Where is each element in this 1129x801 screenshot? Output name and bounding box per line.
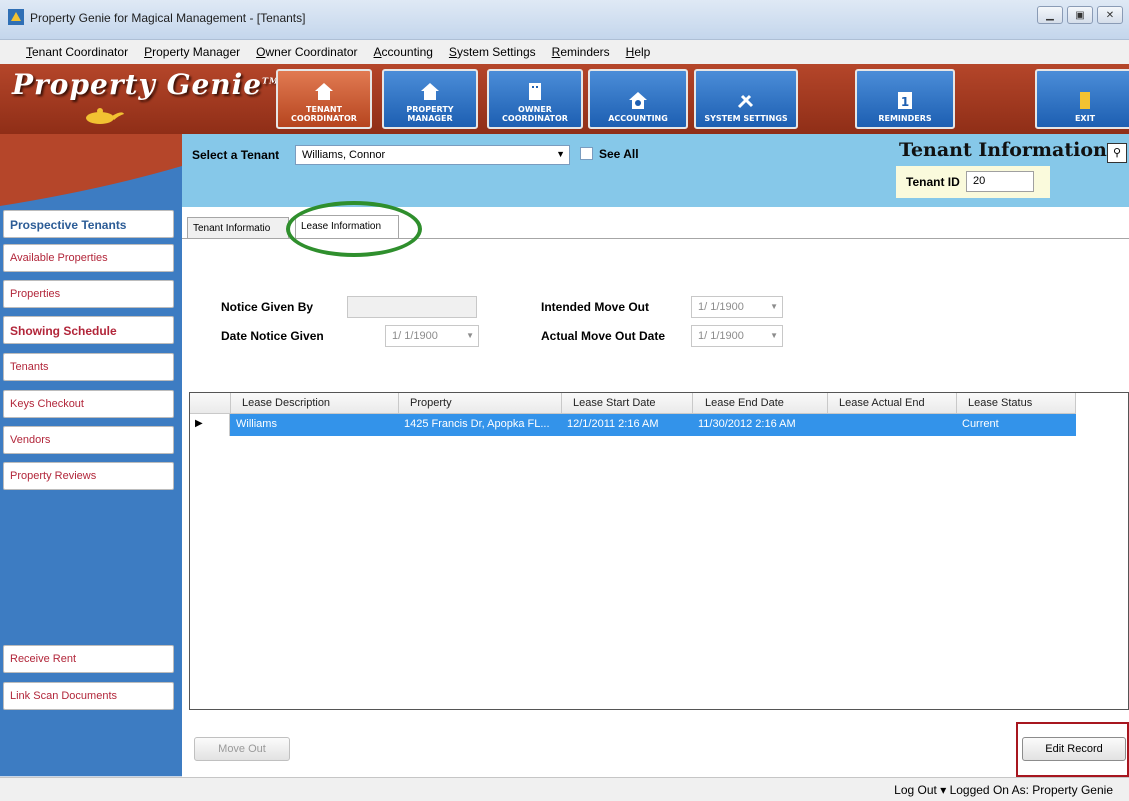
- sidebar-item-available-properties[interactable]: Available Properties: [3, 244, 174, 272]
- sidebar-item-showing-schedule[interactable]: Showing Schedule: [3, 316, 174, 344]
- highlight-box: [1016, 722, 1129, 777]
- chevron-down-icon: ▼: [770, 331, 778, 340]
- app-banner: Property GenieTM TENANT COORDINATOR PROPE…: [0, 64, 1129, 134]
- exit-door-icon: [1080, 92, 1090, 109]
- sidebar-item-property-reviews[interactable]: Property Reviews: [3, 462, 174, 490]
- log-out-link[interactable]: Log Out: [894, 783, 937, 797]
- nav-accounting[interactable]: ACCOUNTING: [588, 69, 688, 129]
- move-out-button[interactable]: Move Out: [194, 737, 290, 761]
- minimize-button[interactable]: ▁: [1037, 6, 1063, 24]
- column-header[interactable]: Property: [410, 397, 452, 409]
- logged-on-label: Logged On As: Property Genie: [949, 783, 1113, 797]
- nav-property-manager[interactable]: PROPERTY MANAGER: [382, 69, 478, 129]
- actual-move-out-label: Actual Move Out Date: [541, 329, 666, 343]
- dropdown-arrow-icon[interactable]: ▾: [940, 783, 949, 797]
- sidebar-decoration: [0, 134, 182, 206]
- menu-accounting[interactable]: Accounting: [374, 45, 433, 59]
- column-header[interactable]: Lease Actual End: [839, 397, 925, 409]
- row-selector[interactable]: ▶: [190, 414, 230, 436]
- left-sidebar: Prospective Tenants Available Properties…: [0, 134, 182, 776]
- search-icon[interactable]: ⚲: [1107, 143, 1127, 163]
- svg-text:1: 1: [901, 95, 909, 109]
- date-notice-given-picker[interactable]: 1/ 1/1900 ▼: [385, 325, 479, 347]
- tools-icon: [737, 94, 754, 109]
- house-icon: [421, 83, 439, 100]
- tab-tenant-information[interactable]: Tenant Informatio: [187, 217, 289, 239]
- genie-lamp-icon: [86, 108, 124, 124]
- tenant-id-field[interactable]: 20: [966, 171, 1034, 192]
- menu-property-manager[interactable]: Property Manager: [144, 45, 240, 59]
- calendar-icon: 1: [898, 92, 912, 109]
- chevron-down-icon: ▼: [770, 302, 778, 311]
- notice-given-by-field[interactable]: [347, 296, 477, 318]
- status-text: Log Out ▾ Logged On As: Property Genie: [894, 783, 1113, 797]
- maximize-button[interactable]: ▣: [1067, 6, 1093, 24]
- nav-system-settings[interactable]: SYSTEM SETTINGS: [694, 69, 798, 129]
- column-header[interactable]: Lease Status: [968, 397, 1032, 409]
- column-header[interactable]: Lease End Date: [705, 397, 784, 409]
- sidebar-item-properties[interactable]: Properties: [3, 280, 174, 308]
- lease-grid[interactable]: Lease Description Property Lease Start D…: [189, 392, 1129, 710]
- grid-header: Lease Description Property Lease Start D…: [190, 393, 1076, 414]
- close-icon: ✕: [1105, 9, 1115, 21]
- row-pointer-icon: ▶: [195, 418, 203, 429]
- tenant-id-label: Tenant ID: [906, 175, 960, 189]
- menu-owner-coordinator[interactable]: Owner Coordinator: [256, 45, 357, 59]
- logo: Property GenieTM: [12, 68, 279, 101]
- sidebar-item-link-scan-documents[interactable]: Link Scan Documents: [3, 682, 174, 710]
- menu-tenant-coordinator[interactable]: Tenant Coordinator: [26, 45, 128, 59]
- actual-move-out-picker[interactable]: 1/ 1/1900 ▼: [691, 325, 783, 347]
- sidebar-item-receive-rent[interactable]: Receive Rent: [3, 645, 174, 673]
- intended-move-out-picker[interactable]: 1/ 1/1900 ▼: [691, 296, 783, 318]
- column-header[interactable]: Lease Start Date: [573, 397, 656, 409]
- window-title: Property Genie for Magical Management - …: [30, 11, 306, 25]
- tenant-id-panel: Tenant ID 20: [896, 166, 1050, 198]
- menu-reminders[interactable]: Reminders: [552, 45, 610, 59]
- maximize-icon: ▣: [1075, 9, 1085, 21]
- window-controls: ▁ ▣ ✕: [1037, 6, 1123, 24]
- see-all-label: See All: [599, 147, 639, 161]
- see-all-checkbox[interactable]: [580, 147, 593, 160]
- sidebar-item-tenants[interactable]: Tenants: [3, 353, 174, 381]
- accounting-house-icon: [629, 92, 647, 109]
- sidebar-item-vendors[interactable]: Vendors: [3, 426, 174, 454]
- building-icon: [529, 83, 541, 100]
- nav-reminders[interactable]: 1 REMINDERS: [855, 69, 955, 129]
- tenant-select[interactable]: Williams, Connor ▼: [295, 145, 570, 165]
- highlight-circle: [286, 201, 422, 257]
- chevron-down-icon: ▼: [466, 331, 474, 340]
- tenant-home-icon: [315, 83, 333, 100]
- status-bar: Log Out ▾ Logged On As: Property Genie: [0, 777, 1129, 801]
- main-content: Tenant Informatio Lease Information Noti…: [182, 201, 1129, 777]
- intended-move-out-label: Intended Move Out: [541, 300, 649, 314]
- nav-tenant-coordinator[interactable]: TENANT COORDINATOR: [276, 69, 372, 129]
- notice-given-by-label: Notice Given By: [221, 300, 314, 314]
- sidebar-item-prospective-tenants[interactable]: Prospective Tenants: [3, 210, 174, 238]
- menu-system-settings[interactable]: System Settings: [449, 45, 536, 59]
- nav-exit[interactable]: EXIT: [1035, 69, 1129, 129]
- menu-help[interactable]: Help: [626, 45, 651, 59]
- nav-owner-coordinator[interactable]: OWNER COORDINATOR: [487, 69, 583, 129]
- sidebar-item-keys-checkout[interactable]: Keys Checkout: [3, 390, 174, 418]
- column-header[interactable]: Lease Description: [242, 397, 330, 409]
- window-title-bar: Property Genie for Magical Management - …: [0, 0, 1129, 40]
- chevron-down-icon: ▼: [556, 149, 565, 159]
- date-notice-given-label: Date Notice Given: [221, 329, 324, 343]
- minimize-icon: ▁: [1046, 9, 1054, 21]
- app-icon: [8, 9, 24, 25]
- table-row[interactable]: ▶ Williams 1425 Francis Dr, Apopka FL...…: [190, 414, 1076, 436]
- menu-bar: Tenant Coordinator Property Manager Owne…: [0, 40, 1129, 64]
- section-title: Tenant Information: [899, 139, 1107, 161]
- select-tenant-label: Select a Tenant: [192, 148, 280, 162]
- close-button[interactable]: ✕: [1097, 6, 1123, 24]
- tenant-header: Select a Tenant Williams, Connor ▼ See A…: [182, 134, 1129, 207]
